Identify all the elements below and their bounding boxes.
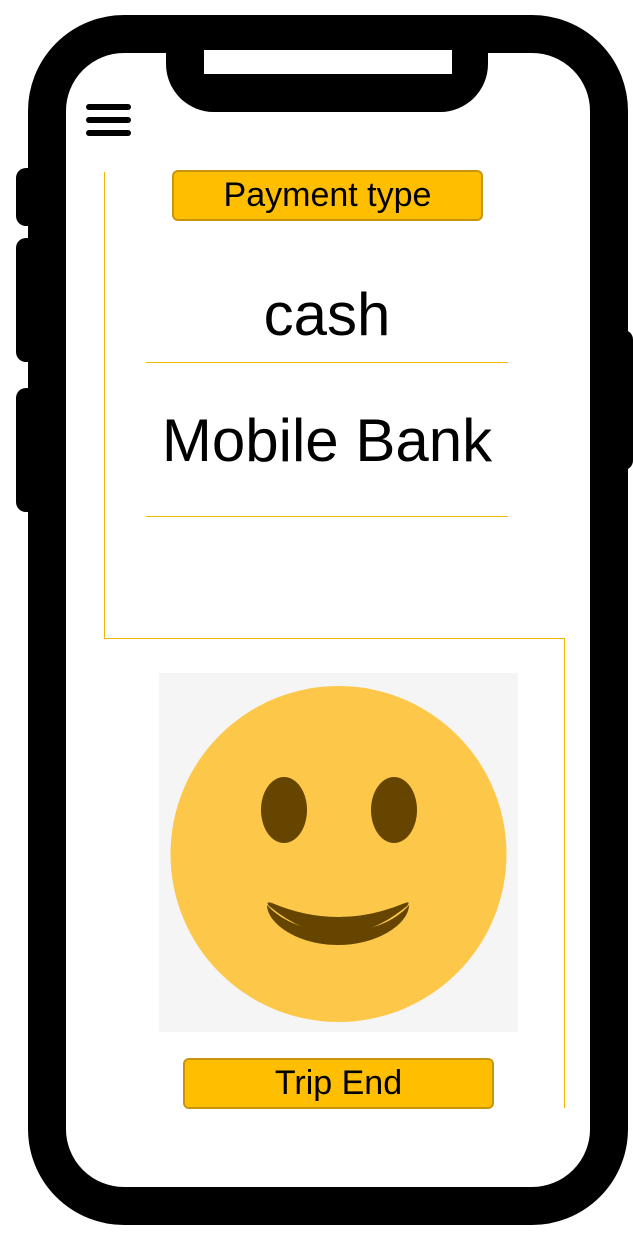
hamburger-icon[interactable]: [86, 104, 131, 137]
divider-right-vertical: [564, 638, 565, 1108]
option-divider-1: [146, 362, 508, 363]
divider-left-vertical: [104, 172, 105, 638]
payment-option-mobile-bank[interactable]: Mobile Bank: [146, 405, 508, 477]
phone-speaker: [204, 50, 452, 74]
trip-end-button[interactable]: Trip End: [183, 1058, 494, 1109]
smiling-face-icon: [159, 673, 518, 1032]
payment-option-cash[interactable]: cash: [146, 280, 508, 350]
payment-type-label: Payment type: [172, 170, 483, 221]
option-divider-2: [146, 516, 508, 517]
phone-side-button-bottom: [16, 388, 38, 512]
phone-side-button-top: [16, 168, 38, 226]
divider-horizontal: [104, 638, 565, 639]
phone-side-button-mid: [16, 238, 38, 362]
phone-power-button: [614, 330, 633, 470]
